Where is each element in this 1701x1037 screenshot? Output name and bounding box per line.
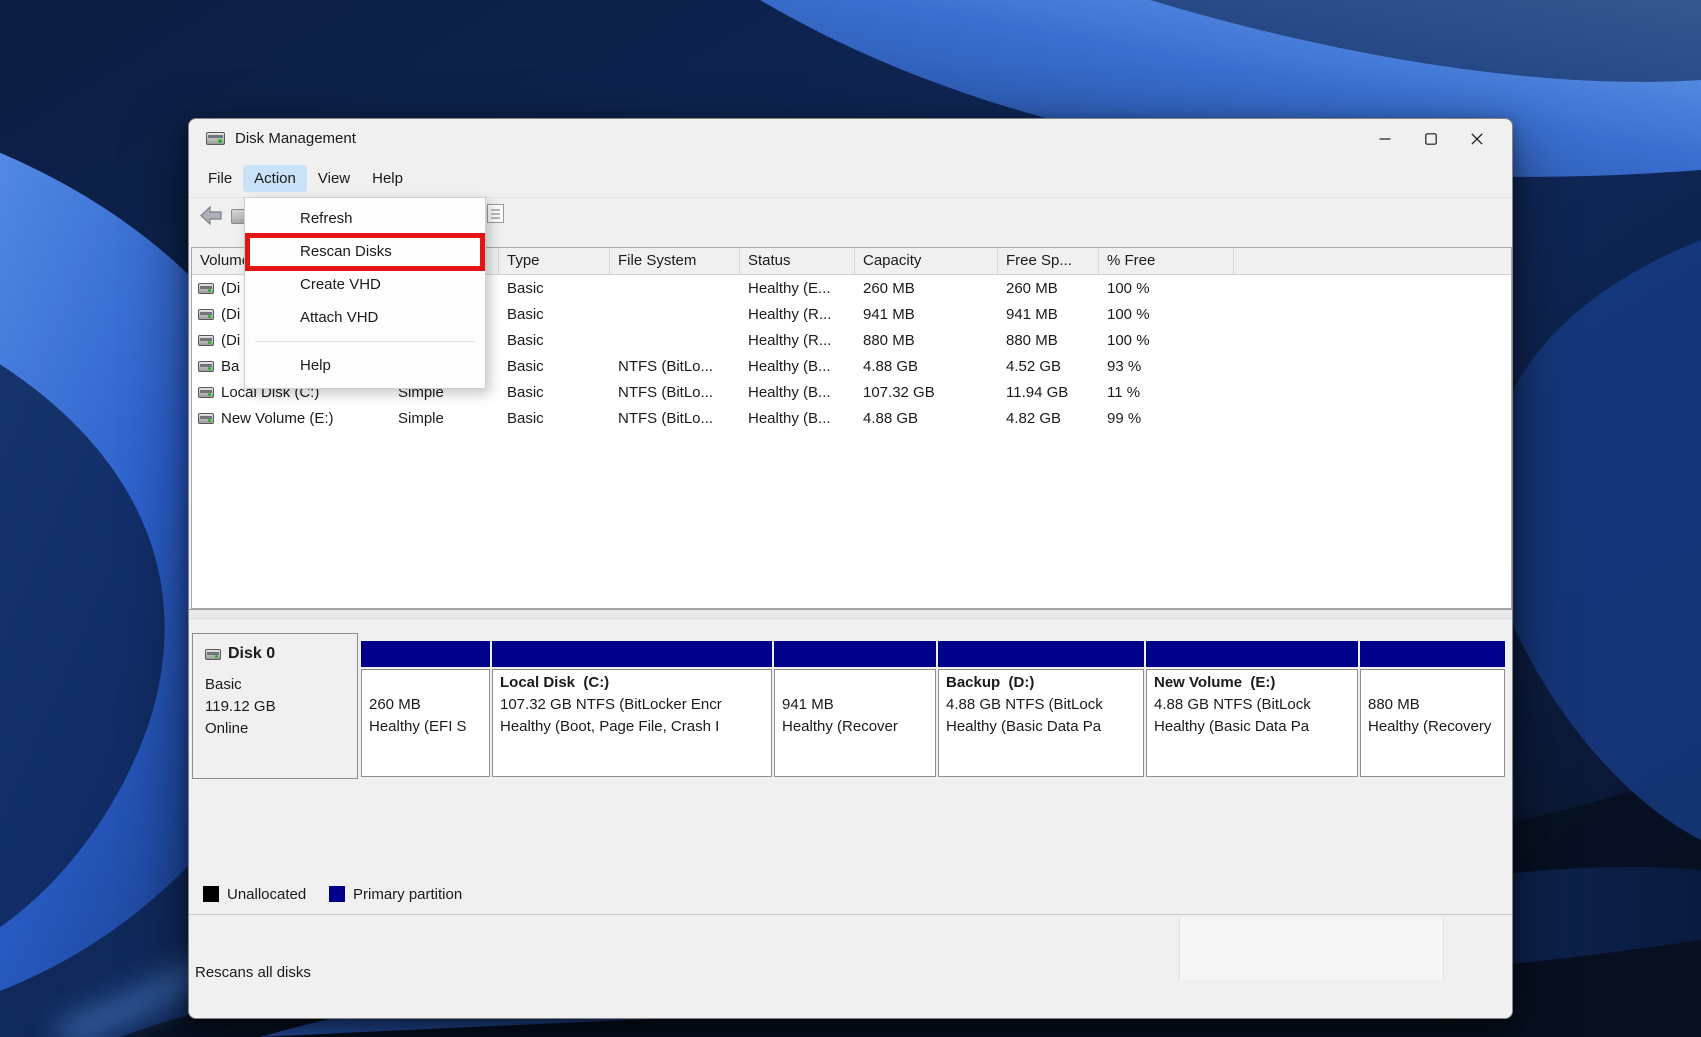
rescan-disks-highlight-annotation <box>245 233 485 271</box>
column-header-free-space[interactable]: Free Sp... <box>998 248 1099 274</box>
partition-backup-d[interactable]: Backup (D:) 4.88 GB NTFS (BitLock Health… <box>938 633 1146 779</box>
status-text: Rescans all disks <box>195 964 311 981</box>
status-bar: Rescans all disks <box>189 914 1512 1018</box>
partition-color-bar <box>492 641 772 667</box>
column-header-type[interactable]: Type <box>499 248 610 274</box>
menu-item-attach-vhd[interactable]: Attach VHD <box>245 301 485 334</box>
column-header-status[interactable]: Status <box>740 248 855 274</box>
volume-name: Ba <box>221 358 239 375</box>
titlebar: Disk Management <box>189 119 1512 159</box>
volume-icon <box>198 309 214 320</box>
unallocated-swatch <box>203 886 219 902</box>
status-bar-pane <box>1179 918 1444 980</box>
partition-efi[interactable]: 260 MB Healthy (EFI S <box>361 633 492 779</box>
unallocated-label: Unallocated <box>227 886 306 903</box>
partition-local-disk-c[interactable]: Local Disk (C:) 107.32 GB NTFS (BitLocke… <box>492 633 774 779</box>
maximize-button[interactable] <box>1408 119 1454 159</box>
volume-icon <box>198 335 214 346</box>
partition-legend: Unallocated Primary partition <box>189 877 1512 914</box>
column-header-pct-free[interactable]: % Free <box>1099 248 1234 274</box>
disk-size: 119.12 GB <box>205 698 276 715</box>
back-icon[interactable] <box>197 203 225 234</box>
disk-name: Disk 0 <box>228 645 275 663</box>
action-menu: Refresh Rescan Disks Create VHD Attach V… <box>244 197 486 389</box>
close-button[interactable] <box>1454 119 1500 159</box>
window-controls <box>1362 119 1500 159</box>
menu-separator <box>255 341 475 342</box>
volume-name: (Di <box>221 332 240 349</box>
column-header-filler <box>1234 248 1511 274</box>
disk-management-window: Disk Management File Action View Help <box>188 118 1513 1019</box>
menu-action[interactable]: Action <box>243 165 307 192</box>
partition-color-bar <box>1146 641 1358 667</box>
partition-color-bar <box>1360 641 1505 667</box>
toolbar-icon-partially-hidden[interactable] <box>231 209 245 224</box>
pane-splitter[interactable] <box>189 609 1512 619</box>
menu-view[interactable]: View <box>307 165 361 192</box>
menu-file[interactable]: File <box>197 165 243 192</box>
partition-recovery-941mb[interactable]: 941 MB Healthy (Recover <box>774 633 938 779</box>
table-row[interactable]: New Volume (E:) Simple Basic NTFS (BitLo… <box>192 405 1511 431</box>
window-title: Disk Management <box>235 130 356 147</box>
column-header-file-system[interactable]: File System <box>610 248 740 274</box>
partition-color-bar <box>938 641 1144 667</box>
primary-partition-swatch <box>329 886 345 902</box>
volume-icon <box>198 283 214 294</box>
partition-color-bar <box>774 641 936 667</box>
disk-status: Online <box>205 720 248 737</box>
volume-name: (Di <box>221 306 240 323</box>
partition-new-volume-e[interactable]: New Volume (E:) 4.88 GB NTFS (BitLock He… <box>1146 633 1360 779</box>
volume-icon <box>198 361 214 372</box>
disk-management-app-icon <box>206 132 225 145</box>
menu-help[interactable]: Help <box>361 165 414 192</box>
disk-type: Basic <box>205 676 242 693</box>
menu-item-refresh[interactable]: Refresh <box>245 202 485 235</box>
menubar: File Action View Help <box>189 159 1512 197</box>
partition-color-bar <box>361 641 490 667</box>
primary-partition-label: Primary partition <box>353 886 462 903</box>
minimize-button[interactable] <box>1362 119 1408 159</box>
volume-name: (Di <box>221 280 240 297</box>
menu-item-create-vhd[interactable]: Create VHD <box>245 268 485 301</box>
partition-recovery-880mb[interactable]: 880 MB Healthy (Recovery <box>1360 633 1507 779</box>
disk-icon <box>205 649 221 660</box>
menu-item-help[interactable]: Help <box>245 349 485 382</box>
toolbar-window-icon[interactable] <box>487 204 504 223</box>
disk0-panel[interactable]: Disk 0 Basic 119.12 GB Online <box>192 633 358 779</box>
volume-icon <box>198 413 214 424</box>
column-header-capacity[interactable]: Capacity <box>855 248 998 274</box>
volume-icon <box>198 387 214 398</box>
volume-name: New Volume (E:) <box>221 410 334 427</box>
